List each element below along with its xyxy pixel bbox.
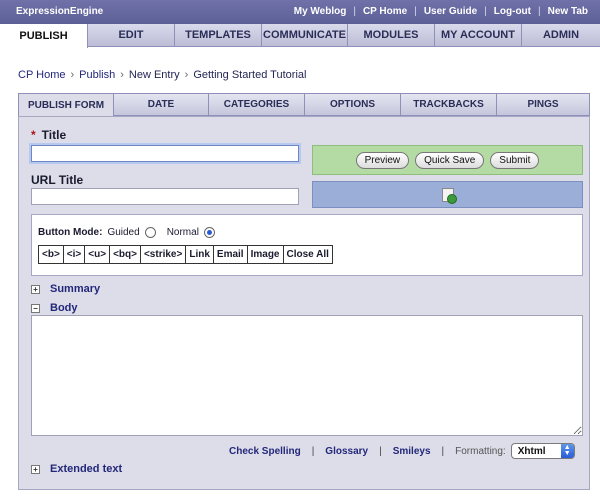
quick-save-button[interactable]: Quick Save xyxy=(415,151,485,169)
nav-tab-edit[interactable]: EDIT xyxy=(88,24,175,46)
collapse-icon: − xyxy=(31,303,40,313)
tag-italic-button[interactable]: <i> xyxy=(63,246,86,263)
formatting-label: Formatting: xyxy=(455,445,506,457)
upload-area xyxy=(312,181,583,208)
formatting-select[interactable]: Xhtml ▲ ▼ xyxy=(510,443,575,459)
title-label: * Title xyxy=(31,128,66,142)
formatting-buttons-panel: Button Mode: Guided Normal <b> <i> <u> <… xyxy=(31,214,583,276)
url-title-label: URL Title xyxy=(31,173,84,187)
body-label: Body xyxy=(50,302,78,314)
summary-toggle[interactable]: + Summary xyxy=(31,283,100,295)
body-tools: Check Spelling | Glossary | Smileys | Fo… xyxy=(229,443,575,459)
guided-radio[interactable] xyxy=(144,227,156,238)
submit-button[interactable]: Submit xyxy=(490,151,540,169)
nav-tab-modules[interactable]: MODULES xyxy=(348,24,435,46)
breadcrumb-separator: › xyxy=(70,69,75,81)
tag-link-button[interactable]: Link xyxy=(186,246,214,263)
tag-button-bar: <b> <i> <u> <bq> <strike> Link Email Ima… xyxy=(38,245,333,264)
form-tabs: PUBLISH FORM DATE CATEGORIES OPTIONS TRA… xyxy=(18,93,590,117)
nav-tab-admin[interactable]: ADMIN xyxy=(522,24,600,46)
tab-date[interactable]: DATE xyxy=(114,93,209,116)
link-log-out[interactable]: Log-out xyxy=(494,6,531,17)
tag-image-button[interactable]: Image xyxy=(247,246,284,263)
breadcrumb-new-entry: New Entry xyxy=(128,69,180,81)
separator: | xyxy=(441,445,445,457)
separator: | xyxy=(311,445,315,457)
extended-text-label: Extended text xyxy=(50,463,123,475)
tag-close-all-button[interactable]: Close All xyxy=(283,246,332,263)
main-nav: PUBLISH EDIT TEMPLATES COMMUNICATE MODUL… xyxy=(0,24,600,48)
brand-name: ExpressionEngine xyxy=(16,6,104,17)
separator: | xyxy=(484,6,487,17)
link-cp-home[interactable]: CP Home xyxy=(363,6,407,17)
guided-label: Guided xyxy=(107,227,140,238)
check-spelling-link[interactable]: Check Spelling xyxy=(229,446,301,457)
nav-tab-templates[interactable]: TEMPLATES xyxy=(175,24,262,46)
breadcrumb-cp-home[interactable]: CP Home xyxy=(18,69,65,81)
preview-button[interactable]: Preview xyxy=(355,151,410,169)
submit-area: Preview Quick Save Submit xyxy=(312,145,583,175)
publish-form-panel: * Title URL Title Preview Quick Save Subm… xyxy=(18,116,590,490)
breadcrumb-publish[interactable]: Publish xyxy=(79,69,115,81)
glossary-link[interactable]: Glossary xyxy=(325,446,368,457)
title-input[interactable] xyxy=(31,145,299,162)
nav-tab-communicate[interactable]: COMMUNICATE xyxy=(262,24,348,46)
select-arrows-icon: ▲ ▼ xyxy=(560,444,574,458)
button-mode-label: Button Mode: xyxy=(38,227,103,238)
formatting-value: Xhtml xyxy=(517,445,546,457)
tag-underline-button[interactable]: <u> xyxy=(85,246,111,263)
title-label-text: Title xyxy=(41,128,67,142)
nav-tab-publish[interactable]: PUBLISH xyxy=(0,24,88,48)
file-upload-icon[interactable] xyxy=(441,187,457,204)
smileys-link[interactable]: Smileys xyxy=(393,446,431,457)
tag-blockquote-button[interactable]: <bq> xyxy=(110,246,141,263)
normal-label: Normal xyxy=(166,227,199,238)
button-mode-row: Button Mode: Guided Normal xyxy=(38,227,215,238)
tab-publish-form[interactable]: PUBLISH FORM xyxy=(18,93,114,117)
tag-bold-button[interactable]: <b> xyxy=(39,246,64,263)
summary-label: Summary xyxy=(50,283,101,295)
nav-tab-my-account[interactable]: MY ACCOUNT xyxy=(435,24,522,46)
expand-icon: + xyxy=(31,464,40,474)
normal-radio[interactable] xyxy=(203,227,215,238)
separator: | xyxy=(538,6,541,17)
separator: | xyxy=(353,6,356,17)
breadcrumb-weblog-name: Getting Started Tutorial xyxy=(193,69,307,81)
link-new-tab[interactable]: New Tab xyxy=(548,6,588,17)
body-toggle[interactable]: − Body xyxy=(31,302,78,314)
tab-pings[interactable]: PINGS xyxy=(497,93,590,116)
tag-strike-button[interactable]: <strike> xyxy=(140,246,187,263)
breadcrumb-separator: › xyxy=(120,69,124,81)
tag-email-button[interactable]: Email xyxy=(213,246,248,263)
tab-trackbacks[interactable]: TRACKBACKS xyxy=(401,93,497,116)
breadcrumb: CP Home › Publish › New Entry › Getting … xyxy=(18,69,306,81)
top-links: My Weblog | CP Home | User Guide | Log-o… xyxy=(294,6,588,17)
expand-icon: + xyxy=(31,284,40,294)
breadcrumb-separator: › xyxy=(184,69,189,81)
url-title-input[interactable] xyxy=(31,188,299,205)
separator: | xyxy=(379,445,382,457)
tab-options[interactable]: OPTIONS xyxy=(305,93,401,116)
tab-categories[interactable]: CATEGORIES xyxy=(209,93,305,116)
body-textarea[interactable] xyxy=(31,315,583,436)
extended-text-toggle[interactable]: + Extended text xyxy=(31,463,122,475)
separator: | xyxy=(414,6,417,17)
top-bar: ExpressionEngine My Weblog | CP Home | U… xyxy=(0,0,600,24)
link-my-weblog[interactable]: My Weblog xyxy=(294,6,347,17)
link-user-guide[interactable]: User Guide xyxy=(424,6,477,17)
required-mark: * xyxy=(31,128,36,142)
